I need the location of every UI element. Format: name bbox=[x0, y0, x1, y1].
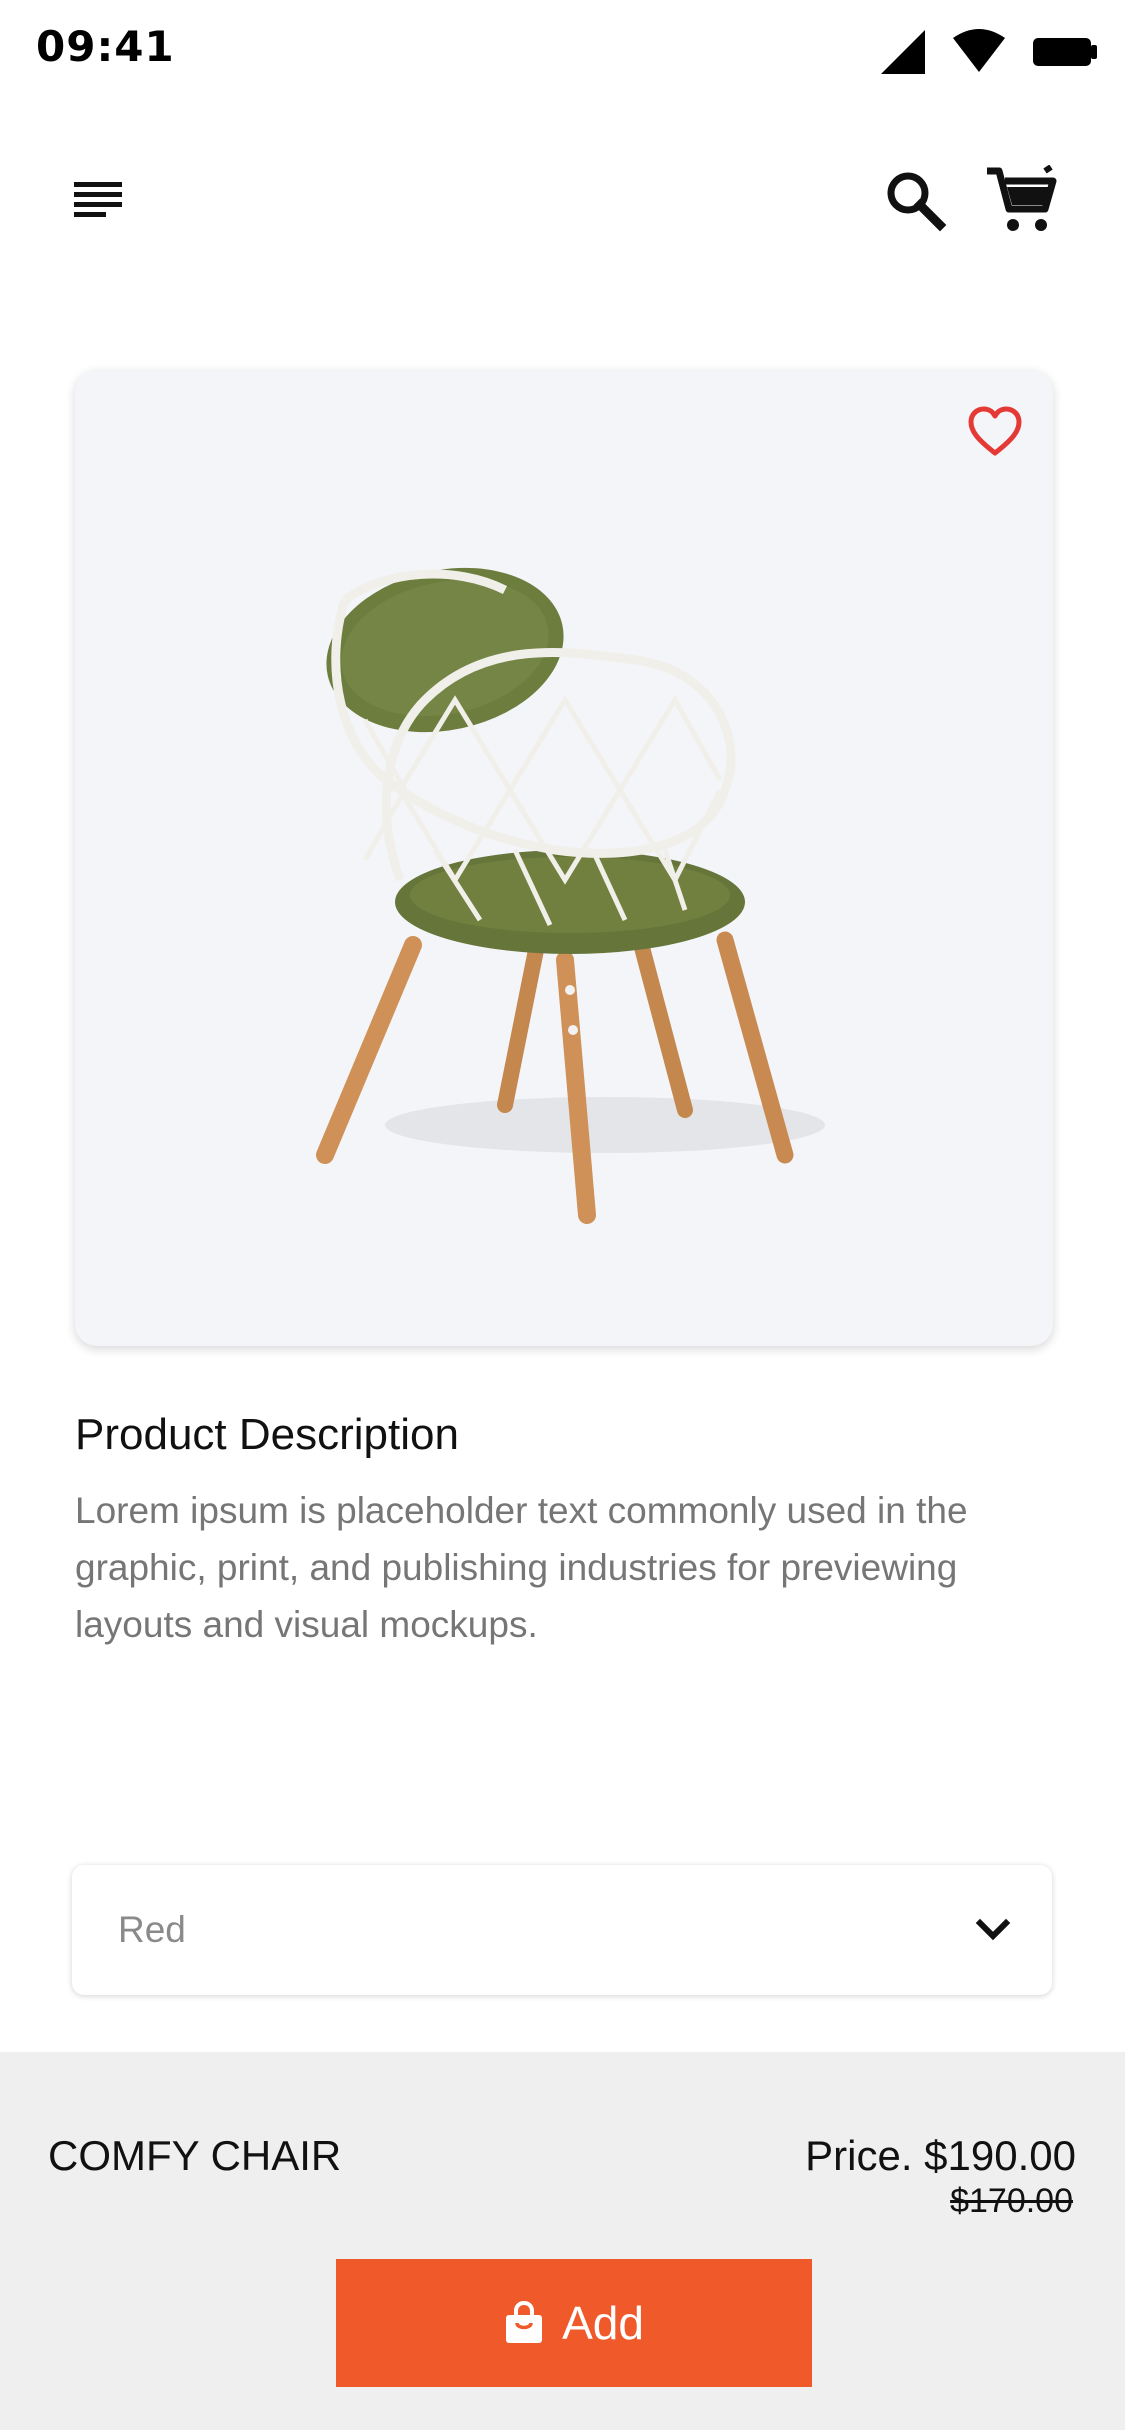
checkout-panel: COMFY CHAIR Price. $190.00 $170.00 Add bbox=[0, 2052, 1125, 2430]
search-icon bbox=[887, 172, 947, 232]
color-select-value: Red bbox=[118, 1909, 186, 1950]
chevron-down-icon bbox=[975, 1918, 1011, 1941]
product-old-price: $170.00 bbox=[950, 2182, 1073, 2220]
product-image-card[interactable] bbox=[75, 370, 1053, 1346]
cart-icon bbox=[987, 164, 1057, 231]
menu-icon bbox=[74, 182, 122, 217]
heart-outline-icon bbox=[968, 406, 1022, 456]
app-bar bbox=[0, 160, 1125, 240]
chair-product-image bbox=[316, 567, 825, 1224]
status-time: 09:41 bbox=[36, 22, 175, 71]
status-icons bbox=[879, 28, 1099, 74]
add-to-cart-button[interactable]: Add bbox=[336, 2259, 812, 2387]
product-name: COMFY CHAIR bbox=[48, 2132, 342, 2179]
shopping-bag-icon bbox=[506, 2301, 543, 2343]
wifi-icon bbox=[953, 29, 1005, 72]
product-price: Price. $190.00 bbox=[805, 2132, 1076, 2179]
color-select[interactable]: Red bbox=[72, 1865, 1052, 1995]
status-bar: 09:41 bbox=[0, 0, 1125, 110]
search-button[interactable] bbox=[880, 165, 950, 235]
add-button-label: Add bbox=[562, 2297, 644, 2349]
product-description-text: Lorem ipsum is placeholder text commonly… bbox=[75, 1490, 968, 1645]
menu-button[interactable] bbox=[70, 170, 130, 230]
cart-button[interactable] bbox=[985, 164, 1057, 235]
battery-icon bbox=[1033, 38, 1097, 66]
cell-signal-icon bbox=[881, 30, 925, 74]
product-description-title: Product Description bbox=[75, 1410, 459, 1459]
favorite-button[interactable] bbox=[967, 405, 1023, 461]
